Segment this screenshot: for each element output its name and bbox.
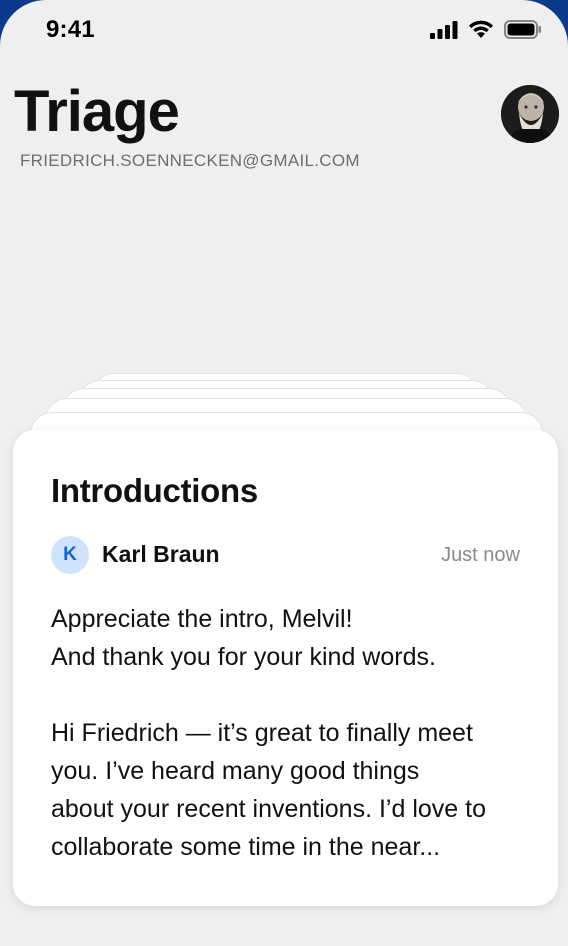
status-time: 9:41 (46, 16, 95, 43)
page-title: Triage (14, 79, 180, 144)
portrait-image (501, 85, 559, 143)
message-line: Hi Friedrich — it’s great to finally mee… (51, 719, 473, 747)
card-title: Introductions (51, 472, 258, 509)
timestamp: Just now (441, 544, 520, 566)
profile-avatar[interactable] (501, 85, 559, 143)
status-bar: 9:41 (0, 0, 568, 62)
status-icons (430, 20, 542, 39)
app-screen: 9:41 Triage FRIEDRICH.SOENNECKEN@GMAIL.C… (0, 0, 568, 946)
account-email: FRIEDRICH.SOENNECKEN@GMAIL.COM (20, 151, 360, 170)
sender-avatar: K (51, 536, 89, 574)
wifi-icon (469, 20, 493, 38)
battery-icon (504, 20, 541, 39)
sender-name: Karl Braun (102, 541, 220, 567)
message-preview: Appreciate the intro, Melvil! And thank … (51, 600, 531, 866)
message-line: And thank you for your kind words. (51, 643, 436, 671)
email-card[interactable]: Introductions K Karl Braun Just now Appr… (13, 430, 558, 906)
message-line: you. I’ve heard many good things (51, 757, 420, 785)
message-line: Appreciate the intro, Melvil! (51, 605, 353, 633)
message-line: collaborate some time in the near... (51, 833, 441, 861)
signal-icon (430, 20, 458, 39)
message-line: about your recent inventions. I’d love t… (51, 795, 486, 823)
